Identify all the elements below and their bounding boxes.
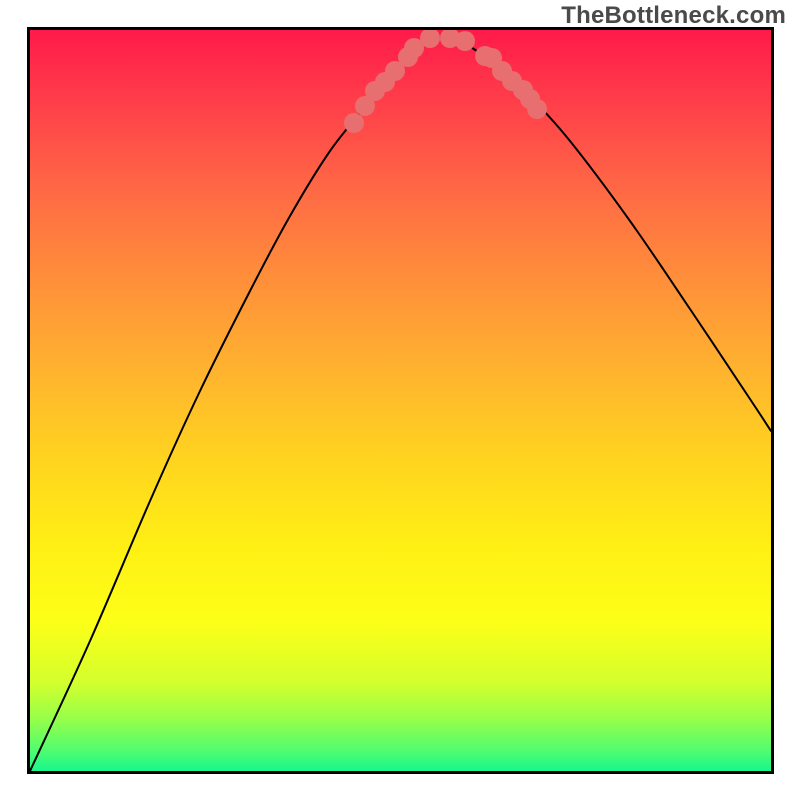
- highlight-point: [455, 31, 475, 51]
- highlight-point: [344, 113, 364, 133]
- plot-area: [27, 27, 774, 774]
- highlight-points-group: [344, 28, 547, 133]
- highlight-point: [527, 99, 547, 119]
- chart-svg: [30, 30, 771, 771]
- highlight-point: [420, 28, 440, 48]
- bottleneck-curve: [30, 38, 771, 771]
- chart-frame: TheBottleneck.com: [0, 0, 800, 800]
- watermark-label: TheBottleneck.com: [561, 2, 786, 30]
